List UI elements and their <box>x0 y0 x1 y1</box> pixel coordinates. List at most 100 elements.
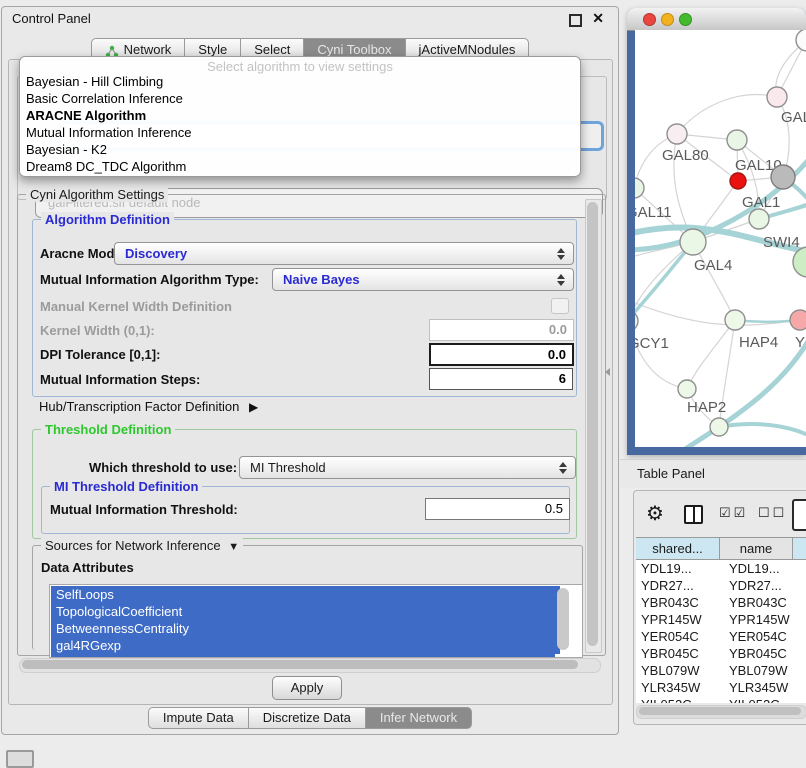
column-header-name[interactable]: name <box>719 537 793 560</box>
table-cell: YLR345W <box>636 679 724 696</box>
network-node-label: GAL4 <box>694 257 732 274</box>
minimize-traffic-light-icon[interactable] <box>661 13 674 26</box>
attributes-list-scrollbar-thumb[interactable] <box>557 588 569 650</box>
apply-button[interactable]: Apply <box>272 676 342 700</box>
mi-type-combobox[interactable]: Naive Bayes <box>272 268 574 291</box>
mi-steps-label: Mutual Information Steps: <box>40 372 200 387</box>
list-item-betweennesscentrality[interactable]: BetweennessCentrality <box>51 620 560 637</box>
columns-icon[interactable] <box>684 505 703 524</box>
table-cell: 13 <box>801 560 806 577</box>
algorithm-definition-title: Algorithm Definition <box>41 212 174 227</box>
network-node-y[interactable] <box>790 310 806 330</box>
list-item-topologicalcoefficient[interactable]: TopologicalCoefficient <box>51 603 560 620</box>
which-threshold-combobox[interactable]: MI Threshold <box>239 456 576 479</box>
popup-item-dream8[interactable]: Dream8 DC_TDC Algorithm <box>24 158 186 175</box>
network-node-gal1[interactable] <box>730 173 746 189</box>
tab-infer-network[interactable]: Infer Network <box>365 707 472 729</box>
table-row[interactable]: YBR045CYBR045C9. <box>636 645 806 662</box>
table-row[interactable]: YPR145WYPR145W9. <box>636 611 806 628</box>
gear-icon[interactable]: ⚙ <box>646 501 664 526</box>
table-cell: 8. <box>801 628 806 645</box>
network-node[interactable] <box>771 165 795 189</box>
cyni-algorithm-settings-title: Cyni Algorithm Settings <box>26 187 168 202</box>
table-cell: YIL052C <box>636 696 724 703</box>
table-row[interactable]: YIL052CYIL052C9. <box>636 696 806 703</box>
table-cell: YDR27... <box>724 577 801 594</box>
mi-threshold-definition-title: MI Threshold Definition <box>50 479 202 494</box>
table-horizontal-scrollbar-thumb[interactable] <box>639 707 801 715</box>
settings-vertical-scrollbar[interactable] <box>585 199 602 653</box>
list-item-gal4rgexp[interactable]: gal4RGexp <box>51 637 560 654</box>
panel-grip-icon[interactable] <box>6 750 34 768</box>
network-edge <box>677 95 777 134</box>
table-cell: 9. <box>801 611 806 628</box>
network-node-label: HAP2 <box>687 399 726 416</box>
settings-horizontal-scrollbar-thumb[interactable] <box>22 660 578 669</box>
panel-view-icon[interactable] <box>792 499 806 531</box>
table-row[interactable]: YDR27...YDR27...12 <box>636 577 806 594</box>
table-panel-title: Table Panel <box>637 466 705 481</box>
network-edge <box>687 320 735 389</box>
node-table: shared... name A YDL19...YDL19...13YDR27… <box>636 537 806 703</box>
network-node-gal4[interactable] <box>680 229 706 255</box>
manual-kernel-checkbox[interactable] <box>551 298 569 314</box>
tab-discretize-data[interactable]: Discretize Data <box>248 707 366 729</box>
algorithm-definition-group: Algorithm Definition Aracne Mode: Discov… <box>32 219 577 397</box>
table-horizontal-scrollbar[interactable] <box>636 705 806 719</box>
popup-item-aracne[interactable]: ARACNE Algorithm <box>24 107 146 124</box>
popup-item-mutual-information[interactable]: Mutual Information Inference <box>24 124 191 141</box>
control-panel-window: Control Panel ✕ Network Style Select Cyn… <box>1 6 619 735</box>
table-cell: 12 <box>801 577 806 594</box>
data-attributes-label: Data Attributes <box>41 560 134 575</box>
settings-vertical-scrollbar-thumb[interactable] <box>587 202 598 646</box>
network-canvas[interactable]: GALGAL80GAL10GAL1GAL11SWI4GAL4GCY1HAP4YH… <box>635 30 806 447</box>
close-traffic-light-icon[interactable] <box>643 13 656 26</box>
table-row[interactable]: YDL19...YDL19...13 <box>636 560 806 577</box>
network-node[interactable] <box>710 418 728 436</box>
hub-definition-expander[interactable]: Hub/Transcription Factor Definition ▶ <box>39 399 258 414</box>
network-node-swi4[interactable] <box>749 209 769 229</box>
network-node-gal80[interactable] <box>667 124 687 144</box>
column-header-partial[interactable]: A <box>792 537 806 560</box>
combo-stepper-icon <box>557 274 566 286</box>
table-header-row: shared... name A <box>636 537 806 560</box>
network-edge-thick <box>719 424 806 436</box>
list-item-selfloops[interactable]: SelfLoops <box>51 586 560 603</box>
table-row[interactable]: YLR345WYLR345W9. <box>636 679 806 696</box>
popup-item-bayesian-hill-climbing[interactable]: Bayesian - Hill Climbing <box>24 73 163 90</box>
float-window-icon[interactable] <box>569 14 582 27</box>
zoom-traffic-light-icon[interactable] <box>679 13 692 26</box>
network-node-hap4[interactable] <box>725 310 745 330</box>
tab-impute-data[interactable]: Impute Data <box>148 707 249 729</box>
network-node-gal11[interactable] <box>635 178 644 198</box>
network-window-titlebar[interactable] <box>627 8 806 31</box>
sources-group-title[interactable]: Sources for Network Inference ▼ <box>41 538 243 553</box>
unchecked-boxes-icon[interactable]: ☐☐ <box>758 505 787 521</box>
network-node-label: HAP4 <box>739 334 778 351</box>
table-row[interactable]: YBL079WYBL079W <box>636 662 806 679</box>
settings-horizontal-scrollbar[interactable] <box>19 658 601 673</box>
popup-item-bayesian-k2[interactable]: Bayesian - K2 <box>24 141 107 158</box>
table-cell: YBR045C <box>724 645 801 662</box>
network-node-gal10[interactable] <box>727 130 747 150</box>
network-node-gcy1[interactable] <box>635 311 638 331</box>
network-node-label: GCY1 <box>635 335 669 352</box>
close-icon[interactable]: ✕ <box>592 10 604 27</box>
mi-threshold-field[interactable]: 0.5 <box>425 498 570 520</box>
kernel-width-field[interactable]: 0.0 <box>429 319 574 341</box>
mi-steps-field[interactable]: 6 <box>429 368 573 390</box>
manual-kernel-label: Manual Kernel Width Definition <box>40 299 232 314</box>
table-row[interactable]: YBR043CYBR043C <box>636 594 806 611</box>
table-row[interactable]: YER054CYER054C8. <box>636 628 806 645</box>
which-threshold-label: Which threshold to use: <box>89 460 237 475</box>
aracne-mode-combobox[interactable]: Discovery <box>114 242 574 265</box>
network-node-hap2[interactable] <box>678 380 696 398</box>
network-node-gal[interactable] <box>767 87 787 107</box>
column-header-shared-name[interactable]: shared... <box>636 537 720 560</box>
checked-boxes-icon[interactable]: ☑☑ <box>719 505 748 521</box>
dpi-tolerance-field[interactable]: 0.0 <box>429 343 574 366</box>
mi-threshold-definition-group: MI Threshold Definition Mutual Informati… <box>41 486 570 534</box>
splitter-collapse-icon[interactable] <box>605 368 610 376</box>
combo-stepper-icon <box>559 462 568 474</box>
popup-item-basic-correlation[interactable]: Basic Correlation Inference <box>24 90 183 107</box>
